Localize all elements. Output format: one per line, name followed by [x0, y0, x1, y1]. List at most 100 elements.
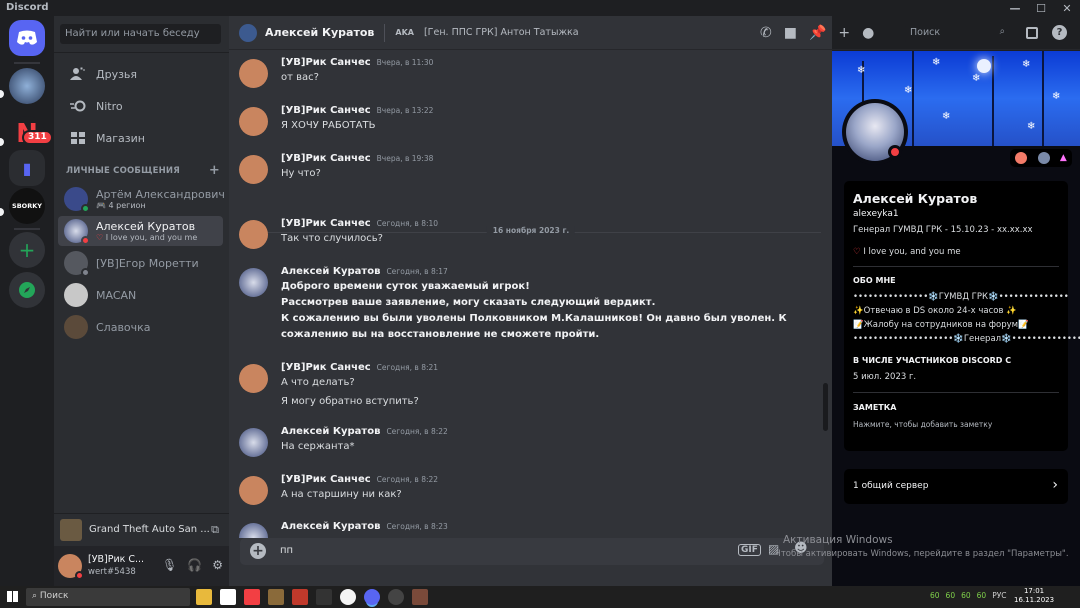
server-icon-1[interactable] — [9, 68, 45, 104]
boost-badge-icon[interactable] — [1037, 152, 1050, 164]
gif-button[interactable]: GIF — [738, 544, 761, 556]
message-composer[interactable]: + пп GIF ▨ ☻ — [240, 538, 824, 565]
explorer-icon[interactable] — [196, 589, 212, 605]
minimize-button[interactable]: — — [1002, 0, 1028, 16]
snowflake-icon: ❄ — [932, 57, 941, 68]
avatar[interactable] — [239, 107, 268, 136]
title-bar: Discord — ☐ ✕ — [0, 0, 1080, 16]
yandex-browser-icon[interactable] — [340, 589, 356, 605]
upload-plus-icon[interactable]: + — [250, 543, 266, 559]
taskbar-clock[interactable]: 17:01 16.11.2023 — [1014, 587, 1054, 605]
search-input[interactable]: Найти или начать беседу — [60, 24, 221, 44]
server-boost-badge-icon[interactable]: ▲ — [1060, 153, 1067, 163]
message-author[interactable]: [УВ]Рик Санчес — [281, 105, 371, 116]
dm-name: Артём Александрович — [96, 188, 225, 201]
message-text: сожалению вы на восстановление не сможет… — [281, 329, 600, 340]
taskbar-search[interactable]: ⌕ Поиск — [26, 588, 190, 606]
windows-start-icon[interactable] — [7, 591, 18, 602]
app-icon[interactable] — [316, 589, 332, 605]
avatar[interactable] — [239, 476, 268, 505]
server-icon-sborky[interactable]: SBORKY — [9, 188, 45, 224]
discord-taskbar-icon[interactable] — [364, 589, 380, 605]
avatar[interactable] — [239, 428, 268, 457]
app-icon[interactable] — [412, 589, 428, 605]
scrollbar[interactable] — [823, 383, 828, 431]
message-author[interactable]: [УВ]Рик Санчес — [281, 362, 371, 373]
nav-shop[interactable]: Магазин — [58, 124, 224, 152]
mention-badge: 311 — [22, 130, 53, 145]
activity-panel[interactable]: Grand Theft Auto San ... ⧉ — [54, 513, 229, 545]
mutual-servers-label: 1 общий сервер — [853, 481, 929, 491]
microphone-icon[interactable]: 🎙 — [162, 558, 177, 572]
maximize-button[interactable]: ☐ — [1028, 0, 1054, 16]
mutual-servers[interactable]: › 1 общий сервер — [844, 469, 1068, 504]
message-author[interactable]: [УВ]Рик Санчес — [281, 57, 371, 68]
avatar — [64, 251, 90, 277]
inbox-icon[interactable] — [1026, 27, 1038, 39]
video-call-icon[interactable]: ■ — [784, 25, 797, 41]
clock-time: 17:01 — [1023, 587, 1045, 595]
avatar[interactable] — [239, 268, 268, 297]
message-author[interactable]: Алексей Куратов — [281, 426, 380, 437]
avatar — [64, 187, 90, 213]
nitro-badge-icon[interactable] — [1015, 152, 1028, 164]
avatar[interactable] — [239, 220, 268, 249]
nav-friends[interactable]: Друзья — [58, 60, 224, 88]
dm-sidebar: Найти или начать беседу Друзья Nitro Маг… — [54, 16, 229, 586]
header-toolbar: ✆ ■ 📌 + ● — [760, 16, 874, 50]
dm-item-active[interactable]: Алексей Куратов ♡ I love you, and you me — [58, 216, 223, 246]
message-author[interactable]: Алексей Куратов — [281, 521, 380, 532]
add-server-button[interactable]: + — [9, 232, 45, 268]
compass-icon — [19, 282, 35, 298]
nitro-icon — [68, 96, 88, 116]
windows-taskbar: ⌕ Поиск 60 60 60 60 РУС 17:01 16.11.2023 — [0, 586, 1080, 608]
close-button[interactable]: ✕ — [1054, 0, 1080, 16]
avatar[interactable] — [239, 59, 268, 88]
dm-item[interactable]: Артём Александрович 🎮 4 регион — [58, 184, 225, 214]
header-avatar — [239, 23, 257, 42]
message-input[interactable]: пп — [280, 545, 293, 556]
headphones-icon[interactable]: 🎧 — [187, 558, 202, 572]
app-icon[interactable] — [268, 589, 284, 605]
tray-value: 60 — [930, 591, 940, 600]
message-text: Ну что? — [281, 168, 321, 179]
user-avatar[interactable] — [58, 554, 84, 580]
profile-avatar[interactable] — [842, 99, 908, 165]
voice-call-icon[interactable]: ✆ — [760, 25, 772, 41]
dm-header-label: ЛИЧНЫЕ СООБЩЕНИЯ — [66, 166, 180, 176]
dm-item[interactable]: MACAN — [58, 280, 223, 310]
dm-item[interactable]: [УВ]Егор Моретти — [58, 248, 223, 278]
help-icon[interactable]: ? — [1052, 25, 1067, 40]
add-friends-to-dm-icon[interactable]: + — [838, 25, 850, 41]
avatar[interactable] — [239, 364, 268, 393]
pinned-messages-icon[interactable]: 📌 — [809, 25, 826, 41]
dm-item[interactable]: Славочка — [58, 312, 223, 342]
nav-shop-label: Магазин — [96, 131, 145, 145]
folder-icon[interactable]: ▮ — [9, 150, 45, 186]
message-author[interactable]: Алексей Куратов — [281, 266, 380, 277]
app-icon[interactable] — [292, 589, 308, 605]
dm-status: ♡ I love you, and you me — [96, 233, 198, 242]
note-input[interactable]: Нажмите, чтобы добавить заметку — [853, 420, 1059, 429]
message-text: Рассмотрев ваше заявление, могу сказать … — [281, 297, 656, 308]
avatar[interactable] — [239, 155, 268, 184]
yandex-icon[interactable] — [244, 589, 260, 605]
screen-share-icon[interactable]: ⧉ — [211, 523, 219, 537]
profile-panel: ❄ ❄ ❄ ❄ ❄ ❄ ❄ ❄ ▲ Алексей Куратов alexey… — [832, 51, 1080, 586]
user-profile-icon[interactable]: ● — [862, 25, 874, 41]
file-icon[interactable] — [220, 589, 236, 605]
nav-nitro[interactable]: Nitro — [58, 92, 224, 120]
create-dm-plus-icon[interactable]: + — [209, 163, 220, 178]
header-search-input[interactable]: ⌕ Поиск — [905, 24, 1010, 43]
app-icon[interactable] — [388, 589, 404, 605]
message-text: На сержанта* — [281, 441, 355, 452]
message-author[interactable]: [УВ]Рик Санчес — [281, 218, 371, 229]
message-author[interactable]: [УВ]Рик Санчес — [281, 153, 371, 164]
home-button[interactable] — [9, 20, 45, 56]
language-indicator[interactable]: РУС — [992, 591, 1006, 600]
avatar[interactable] — [239, 523, 268, 538]
message-author[interactable]: [УВ]Рик Санчес — [281, 474, 371, 485]
explore-servers-button[interactable] — [9, 272, 45, 308]
gear-icon[interactable]: ⚙ — [212, 558, 223, 572]
nav-friends-label: Друзья — [96, 67, 138, 81]
